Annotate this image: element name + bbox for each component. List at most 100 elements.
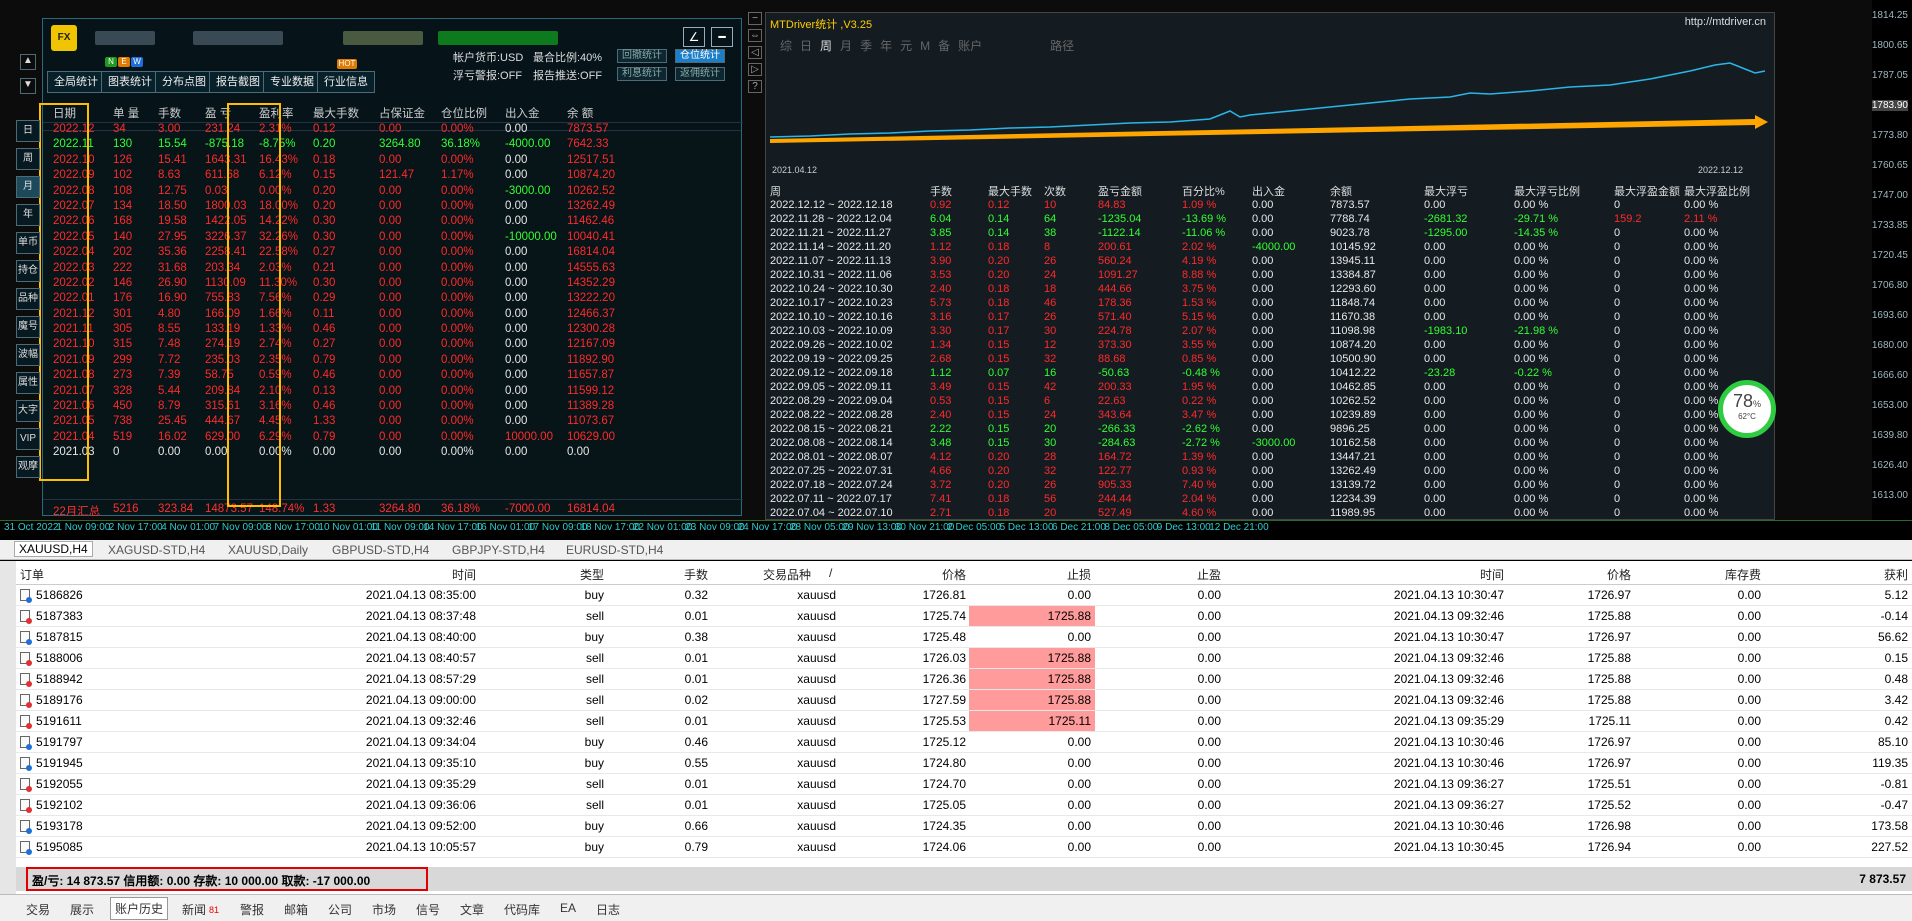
report-tab[interactable]: 元 — [900, 39, 912, 53]
stats-tool-button[interactable]: 回撤统计 — [617, 49, 667, 63]
report-row[interactable]: 2022.08.22 ~ 2022.08.28 2.40 0.15 24 343.64 3… — [770, 409, 1770, 423]
history-row[interactable]: 5191611 2021.04.13 09:32:46 sell 0.01 xauusd… — [16, 711, 1912, 732]
side-tab[interactable]: 波幅 — [16, 344, 40, 366]
stats-row[interactable]: 2021.07 328 5.44 209.84 2.10% 0.13 0.00 0.00% 0.… — [43, 385, 743, 400]
report-row[interactable]: 2022.11.28 ~ 2022.12.04 6.04 0.14 64 -1235.0… — [770, 213, 1770, 227]
stats-row[interactable]: 2022.11 130 15.54 -875.18 -8.75% 0.20 3264.80 3… — [43, 138, 743, 153]
stats-row[interactable]: 2021.09 299 7.72 235.03 2.35% 0.79 0.00 0.00% 0.… — [43, 354, 743, 369]
help-icon[interactable]: ? — [748, 80, 762, 93]
stats-row[interactable]: 2022.12 34 3.00 231.24 2.31% 0.12 0.00 0.00% 0.0… — [43, 123, 743, 138]
column-header[interactable]: 交易品种 — [763, 566, 811, 583]
stats-row[interactable]: 2021.04 519 16.02 629.00 6.29% 0.79 0.00 0.00% 1… — [43, 431, 743, 446]
stats-row[interactable]: 2021.06 450 8.79 315.61 3.16% 0.46 0.00 0.00% 0.… — [43, 400, 743, 415]
report-row[interactable]: 2022.12.12 ~ 2022.12.18 0.92 0.12 10 84.83 1.… — [770, 199, 1770, 213]
bottom-tab[interactable]: EA — [560, 901, 576, 915]
column-header[interactable]: 价格 — [942, 566, 966, 583]
scroll-down-icon[interactable]: ▼ — [20, 78, 36, 94]
symbol-tab[interactable]: GBPJPY-STD,H4 — [452, 543, 545, 557]
resize-icon[interactable]: ⇔ — [748, 29, 762, 42]
minimize-icon[interactable]: ━ — [711, 27, 733, 47]
history-row[interactable]: 5189176 2021.04.13 09:00:00 sell 0.02 xauusd… — [16, 690, 1912, 711]
history-row[interactable]: 5188942 2021.04.13 08:57:29 sell 0.01 xauusd… — [16, 669, 1912, 690]
report-row[interactable]: 2022.07.25 ~ 2022.07.31 4.66 0.20 32 122.77 0… — [770, 465, 1770, 479]
nav-button[interactable]: 图表统计 — [101, 71, 159, 93]
stats-row[interactable]: 2021.03 0 0.00 0.00 0.00% 0.00 0.00 0.00% 0.00 0.… — [43, 446, 743, 461]
column-header[interactable]: 手数 — [684, 566, 708, 583]
report-row[interactable]: 2022.09.05 ~ 2022.09.11 3.49 0.15 42 200.33 1… — [770, 381, 1770, 395]
bottom-tab[interactable]: 公司 — [328, 901, 352, 918]
report-row[interactable]: 2022.10.24 ~ 2022.10.30 2.40 0.18 18 444.66 3… — [770, 283, 1770, 297]
side-tab[interactable]: 观摩 — [16, 456, 40, 478]
report-tab[interactable]: 年 — [880, 39, 892, 53]
nav-button[interactable]: 报告截图 — [209, 71, 267, 93]
stats-row[interactable]: 2021.10 315 7.48 274.19 2.74% 0.27 0.00 0.00% 0.… — [43, 338, 743, 353]
edit-icon[interactable]: ∠ — [683, 27, 705, 47]
column-header[interactable]: / — [829, 566, 832, 580]
report-tab[interactable]: 月 — [840, 39, 852, 53]
report-row[interactable]: 2022.09.26 ~ 2022.10.02 1.34 0.15 12 373.30 3… — [770, 339, 1770, 353]
nav-left-icon[interactable]: ◁ — [748, 46, 762, 59]
report-tab[interactable]: 综 — [780, 39, 792, 53]
bottom-tab[interactable]: 账户历史 — [110, 897, 169, 920]
bottom-tab[interactable]: 展示 — [70, 901, 94, 918]
report-row[interactable]: 2022.11.07 ~ 2022.11.13 3.90 0.20 26 560.24 4… — [770, 255, 1770, 269]
column-header[interactable]: 库存费 — [1725, 566, 1761, 583]
side-tab[interactable]: 周 — [16, 148, 40, 170]
history-row[interactable]: 5192102 2021.04.13 09:36:06 sell 0.01 xauusd… — [16, 795, 1912, 816]
side-tab[interactable]: 魔号 — [16, 316, 40, 338]
report-row[interactable]: 2022.08.01 ~ 2022.08.07 4.12 0.20 28 164.72 1… — [770, 451, 1770, 465]
report-row[interactable]: 2022.10.31 ~ 2022.11.06 3.53 0.20 24 1091.27… — [770, 269, 1770, 283]
report-row[interactable]: 2022.09.12 ~ 2022.09.18 1.12 0.07 16 -50.63 -… — [770, 367, 1770, 381]
scroll-up-icon[interactable]: ▲ — [20, 54, 36, 70]
history-row[interactable]: 5187383 2021.04.13 08:37:48 sell 0.01 xauusd… — [16, 606, 1912, 627]
chart-area[interactable]: FX ∠ ━ 全局统计 图表统计 分布点图 报告截图 专业数据 行业信息 N E W HOT 帐户… — [0, 0, 1912, 535]
report-row[interactable]: 2022.07.04 ~ 2022.07.10 2.71 0.18 20 527.49 4… — [770, 507, 1770, 519]
report-row[interactable]: 2022.07.18 ~ 2022.07.24 3.72 0.20 26 905.33 7… — [770, 479, 1770, 493]
column-header[interactable]: 时间 — [452, 566, 476, 583]
report-tab[interactable]: 备 — [938, 39, 950, 53]
bottom-tab[interactable]: 市场 — [372, 901, 396, 918]
report-tab[interactable]: 账户 — [958, 39, 982, 53]
nav-button[interactable]: 专业数据 — [263, 71, 321, 93]
stats-row[interactable]: 2021.11 305 8.55 133.19 1.33% 0.46 0.00 0.00% 0.… — [43, 323, 743, 338]
bottom-tab[interactable]: 新闻 — [182, 901, 206, 918]
history-row[interactable]: 5188006 2021.04.13 08:40:57 sell 0.01 xauusd… — [16, 648, 1912, 669]
report-row[interactable]: 2022.11.14 ~ 2022.11.20 1.12 0.18 8 200.61 2.… — [770, 241, 1770, 255]
stats-row[interactable]: 2022.02 146 26.90 1130.09 11.30% 0.30 0.00 0.00… — [43, 277, 743, 292]
history-row[interactable]: 5192055 2021.04.13 09:35:29 sell 0.01 xauusd… — [16, 774, 1912, 795]
history-row[interactable]: 5193178 2021.04.13 09:52:00 buy 0.66 xauusd 1… — [16, 816, 1912, 837]
stats-tool-button[interactable]: 利息统计 — [617, 67, 667, 81]
bottom-tab[interactable]: 交易 — [26, 901, 50, 918]
report-tab[interactable]: 季 — [860, 39, 872, 53]
report-url[interactable]: http://mtdriver.cn — [1685, 16, 1766, 28]
report-row[interactable]: 2022.08.15 ~ 2022.08.21 2.22 0.15 20 -266.33… — [770, 423, 1770, 437]
history-row[interactable]: 5186826 2021.04.13 08:35:00 buy 0.32 xauusd 1… — [16, 585, 1912, 606]
report-row[interactable]: 2022.07.11 ~ 2022.07.17 7.41 0.18 56 244.44 2… — [770, 493, 1770, 507]
symbol-tab[interactable]: XAGUSD-STD,H4 — [108, 543, 205, 557]
symbol-tab[interactable]: XAUUSD,Daily — [228, 543, 308, 557]
report-row[interactable]: 2022.10.17 ~ 2022.10.23 5.73 0.18 46 178.36 1… — [770, 297, 1770, 311]
stats-row[interactable]: 2021.12 301 4.80 166.09 1.66% 0.11 0.00 0.00% 0.… — [43, 308, 743, 323]
symbol-tab[interactable]: EURUSD-STD,H4 — [566, 543, 663, 557]
report-row[interactable]: 2022.10.10 ~ 2022.10.16 3.16 0.17 26 571.40 5… — [770, 311, 1770, 325]
bottom-tab[interactable]: 邮箱 — [284, 901, 308, 918]
stats-row[interactable]: 2022.01 176 16.90 755.83 7.56% 0.29 0.00 0.00% 0… — [43, 292, 743, 307]
stats-row[interactable]: 2022.10 126 15.41 1643.31 16.43% 0.18 0.00 0.00… — [43, 154, 743, 169]
side-tab[interactable]: 属性 — [16, 372, 40, 394]
stats-row[interactable]: 2022.06 168 19.58 1422.05 14.22% 0.30 0.00 0.00… — [43, 215, 743, 230]
side-tab[interactable]: VIP — [16, 428, 40, 450]
column-header[interactable]: 价格 — [1607, 566, 1631, 583]
side-tab[interactable]: 日 — [16, 120, 40, 142]
report-row[interactable]: 2022.10.03 ~ 2022.10.09 3.30 0.17 30 224.78 2… — [770, 325, 1770, 339]
bottom-tab[interactable]: 警报 — [240, 901, 264, 918]
stats-row[interactable]: 2021.08 273 7.39 58.75 0.59% 0.46 0.00 0.00% 0.0… — [43, 369, 743, 384]
column-header[interactable]: 获利 — [1884, 566, 1908, 583]
stats-row[interactable]: 2022.03 222 31.68 203.34 2.03% 0.21 0.00 0.00% 0… — [43, 262, 743, 277]
nav-button[interactable]: 全局统计 — [47, 71, 105, 93]
minus-icon[interactable]: − — [748, 12, 762, 25]
report-tab[interactable]: 路径 — [1050, 39, 1074, 53]
bottom-tab[interactable]: 代码库 — [504, 901, 540, 918]
stats-row[interactable]: 2022.05 140 27.95 3226.37 32.26% 0.30 0.00 0.00… — [43, 231, 743, 246]
symbol-tab[interactable]: XAUUSD,H4 — [14, 541, 93, 557]
history-row[interactable]: 5191945 2021.04.13 09:35:10 buy 0.55 xauusd 1… — [16, 753, 1912, 774]
